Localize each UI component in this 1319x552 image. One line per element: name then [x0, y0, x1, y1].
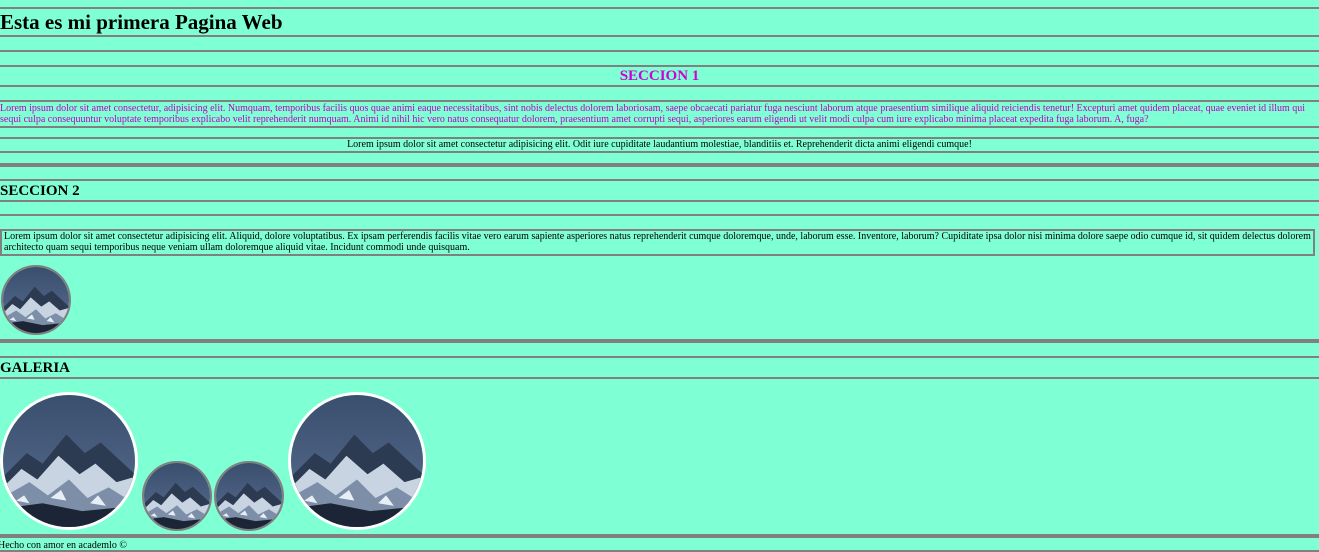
- hr-divider: [0, 35, 1319, 37]
- seccion1-title: SECCION 1: [619, 68, 700, 84]
- mountain-image-icon: [144, 463, 210, 529]
- section-divider: [0, 534, 1319, 538]
- mountain-image-icon: [291, 395, 423, 527]
- section-divider: [0, 339, 1319, 343]
- page-title: Esta es mi primera Pagina Web: [0, 10, 283, 34]
- gallery-image-large-1: [0, 392, 138, 530]
- seccion1-paragraph-centered: Lorem ipsum dolor sit amet consectetur a…: [347, 139, 972, 150]
- hr-divider: [0, 85, 1319, 87]
- galeria-title: GALERIA: [0, 360, 71, 376]
- hr-divider: [0, 377, 1319, 379]
- hr-divider: [0, 126, 1319, 128]
- seccion1-paragraph-colored: Lorem ipsum dolor sit amet consectetur, …: [0, 103, 1306, 125]
- gallery-image-small-1: [142, 461, 212, 531]
- mountain-image-icon: [216, 463, 282, 529]
- hr-divider: [0, 179, 1319, 181]
- seccion2-image: [1, 265, 71, 335]
- hr-divider: [0, 151, 1319, 153]
- mountain-image-icon: [3, 267, 69, 333]
- hr-divider: [0, 7, 1319, 9]
- hr-divider: [0, 100, 1319, 102]
- gallery-image-large-2: [288, 392, 426, 530]
- mountain-image-icon: [3, 395, 135, 527]
- hr-divider: [0, 214, 1319, 216]
- section-divider: [0, 163, 1319, 167]
- hr-divider: [0, 200, 1319, 202]
- gallery-image-small-2: [214, 461, 284, 531]
- hr-divider: [0, 356, 1319, 358]
- seccion2-title: SECCION 2: [0, 183, 80, 199]
- seccion2-paragraph: Lorem ipsum dolor sit amet consectetur a…: [0, 229, 1315, 256]
- hr-divider: [0, 50, 1319, 52]
